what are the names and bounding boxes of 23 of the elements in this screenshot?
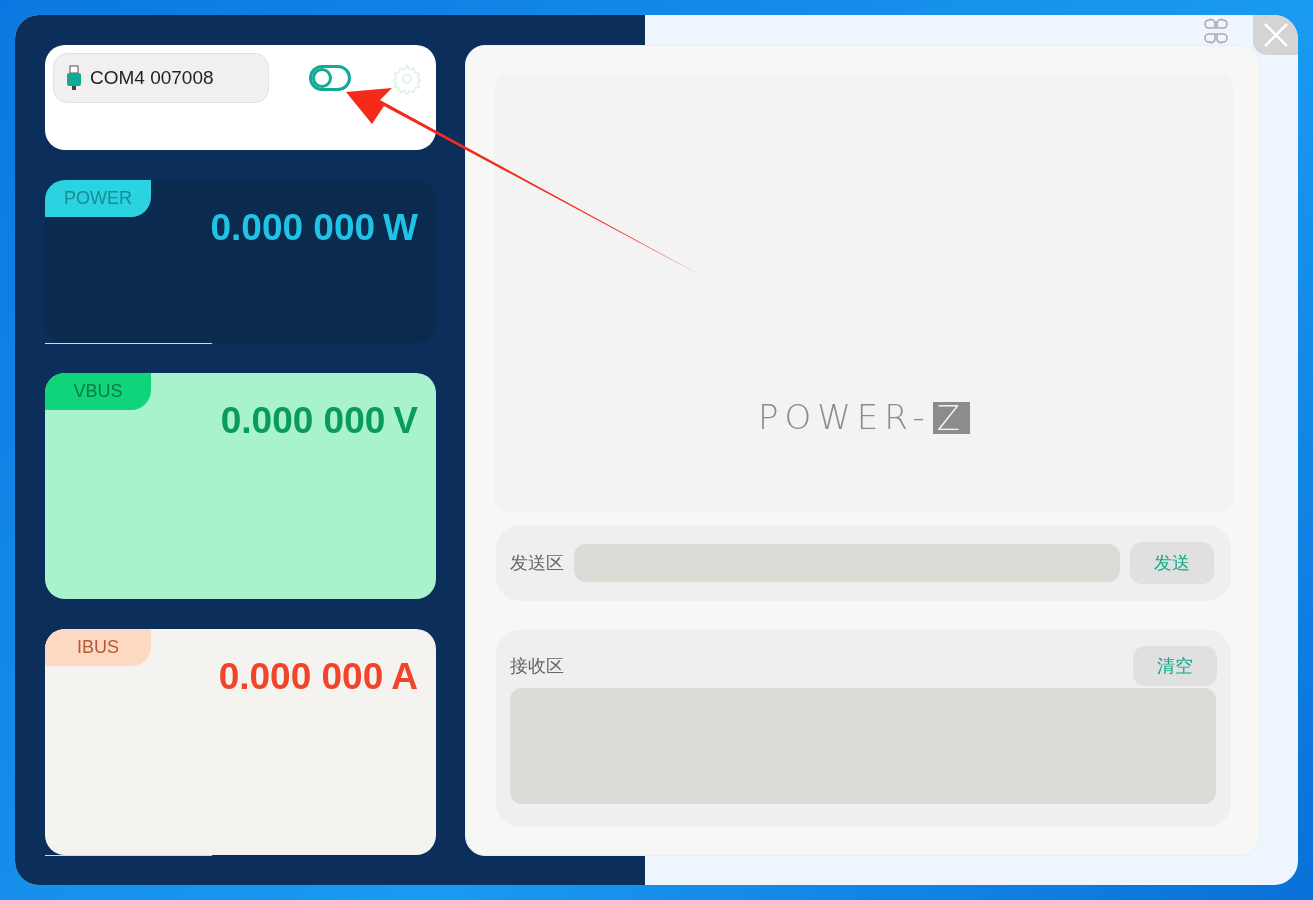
meter-unit: W <box>383 206 418 250</box>
send-input[interactable] <box>574 544 1120 583</box>
meter-unit: A <box>391 655 418 699</box>
connect-toggle[interactable] <box>309 65 351 91</box>
meter-unit: V <box>393 399 418 443</box>
meter-label: IBUS <box>77 636 119 659</box>
clear-button[interactable]: 清空 <box>1133 646 1217 687</box>
settings-icon[interactable] <box>391 63 423 95</box>
meter-reading: 0.000 000 <box>220 399 386 443</box>
receive-label: 接收区 <box>510 654 564 678</box>
meter-label: POWER <box>64 187 132 210</box>
power-z-logo: POWER- Z <box>757 392 971 444</box>
close-button[interactable] <box>1253 15 1298 55</box>
send-label: 发送区 <box>510 551 564 575</box>
apps-icon[interactable] <box>1203 17 1229 45</box>
close-icon <box>1262 22 1289 48</box>
send-button[interactable]: 发送 <box>1130 542 1214 585</box>
usb-icon <box>66 65 82 91</box>
port-selector[interactable]: COM4 007008 <box>53 53 269 103</box>
meter-label: VBUS <box>73 380 123 403</box>
meter-reading: 0.000 000 <box>210 206 376 250</box>
port-label: COM4 007008 <box>90 65 214 90</box>
meter-reading: 0.000 000 <box>218 655 384 699</box>
